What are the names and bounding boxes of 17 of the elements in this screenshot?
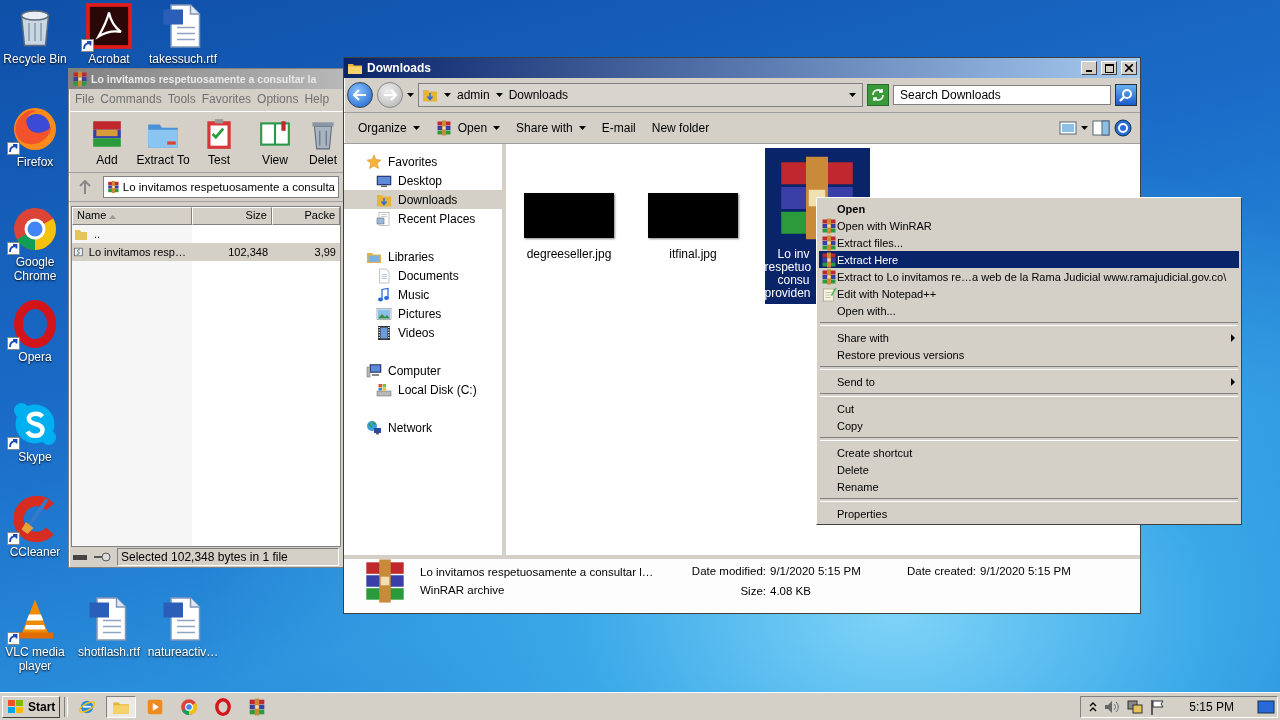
file-name: itfinal.jpg: [669, 248, 717, 261]
file-name: degreeseller.jpg: [526, 248, 612, 261]
table-cell-text: 102,348: [227, 246, 269, 258]
file-name: Lo inv respetuo consu providen: [764, 248, 810, 300]
table-cell-text: 3,99: [313, 246, 337, 258]
field-value: 9/1/2020 5:15 PM: [770, 565, 862, 577]
field-value: 9/1/2020 5:15 PM: [980, 565, 1072, 577]
window-title: Downloads: [367, 61, 432, 75]
field-label: Date modified:: [690, 565, 767, 577]
status-text: Selected 102,348 bytes in 1 file: [117, 548, 339, 566]
field-label: Date created:: [905, 565, 977, 577]
table-cell-text: ..: [93, 228, 102, 240]
file-type: WinRAR archive: [420, 584, 506, 596]
field-value: 4.08 KB: [770, 585, 812, 597]
file-name: Lo invitamos respetuosamente a consultar l…: [420, 566, 654, 578]
field-label: Size:: [739, 585, 767, 597]
table-cell-text: Lo invitamos resp…: [87, 246, 187, 258]
